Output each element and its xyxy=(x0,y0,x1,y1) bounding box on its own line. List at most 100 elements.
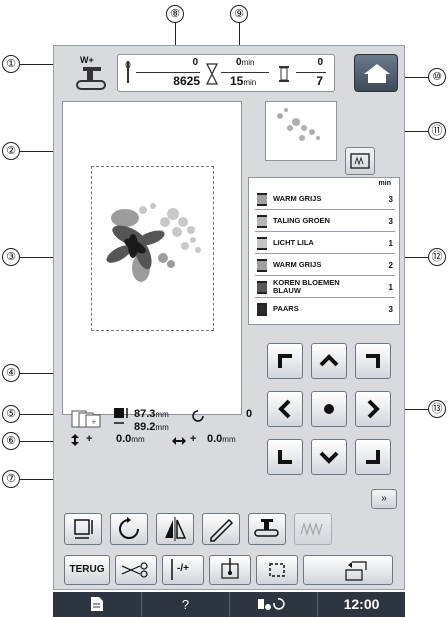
color-total: 7 xyxy=(316,74,323,88)
corner-down-left-icon xyxy=(278,450,292,464)
starting-point-button[interactable] xyxy=(209,555,251,585)
corner-down-right-icon xyxy=(366,450,380,464)
move-down-left-button[interactable] xyxy=(267,439,303,475)
time-divider xyxy=(221,72,269,73)
time-column-header: min xyxy=(378,180,391,187)
frame-scan-button[interactable] xyxy=(345,147,375,175)
collapse-toolbar-button[interactable]: » xyxy=(371,489,397,509)
pattern-move-keypad xyxy=(265,341,395,481)
rotate-button[interactable] xyxy=(110,513,148,545)
thread-row[interactable]: WARM GRIJS 2 xyxy=(255,256,395,276)
help-button[interactable]: ? xyxy=(141,592,229,617)
thread-name: WARM GRIJS xyxy=(273,194,322,203)
time-total: 15min xyxy=(230,74,257,88)
resize-icon xyxy=(74,519,93,539)
trial-frame-icon xyxy=(269,563,285,577)
chevron-right-icon xyxy=(367,399,380,419)
thread-name: KOREN BLOEMEN BLAUW xyxy=(273,278,340,295)
callout-8: ⑧ xyxy=(166,5,184,23)
presser-foot-icon[interactable]: W+ xyxy=(75,55,109,95)
move-right-button[interactable] xyxy=(355,391,391,427)
sewing-counter-bar: 0 8625 0min 15min 0 7 xyxy=(117,54,335,92)
embroidery-preview[interactable] xyxy=(62,101,242,415)
frame-scan-icon xyxy=(350,153,370,169)
zigzag-icon xyxy=(300,521,323,537)
status-bar: ? 12:00 xyxy=(53,592,405,617)
thread-color-list[interactable]: min WARM GRIJS 3 TALING GROEN 3 LICHT LI… xyxy=(248,177,400,325)
chevron-up-icon xyxy=(319,354,339,367)
callout-4: ④ xyxy=(2,364,20,382)
vertical-offset: 0.0mm xyxy=(116,433,145,445)
home-button[interactable] xyxy=(354,54,398,92)
mini-pattern-preview xyxy=(265,101,337,161)
thread-cut-button[interactable] xyxy=(115,555,157,585)
pattern-size-icon xyxy=(114,408,128,424)
thread-row[interactable]: TALING GROEN 3 xyxy=(255,212,395,232)
size-button[interactable] xyxy=(64,513,102,545)
chevron-left-icon xyxy=(278,399,291,419)
thread-name: TALING GROEN xyxy=(273,216,330,225)
callout-13: ⑬ xyxy=(428,400,446,418)
thread-spool-icon xyxy=(279,66,289,82)
stitch-divider xyxy=(136,72,200,73)
mirror-button[interactable] xyxy=(156,513,194,545)
start-point-icon xyxy=(221,558,239,579)
move-up-right-button[interactable] xyxy=(355,343,391,379)
forward-back-label: -/+ xyxy=(177,563,189,574)
move-down-right-button[interactable] xyxy=(355,439,391,475)
vertical-offset-icon xyxy=(71,434,79,446)
thread-time: 3 xyxy=(388,305,393,314)
callout-3: ③ xyxy=(2,248,20,266)
settings-button[interactable] xyxy=(229,592,317,617)
corner-up-left-icon xyxy=(278,354,292,368)
trial-button[interactable] xyxy=(256,555,298,585)
move-up-left-button[interactable] xyxy=(267,343,303,379)
return-icon xyxy=(345,561,367,581)
thread-row[interactable]: PAARS 3 xyxy=(255,300,395,320)
svg-text:+: + xyxy=(91,418,97,426)
scissors-icon xyxy=(121,562,148,578)
thread-name: PAARS xyxy=(273,304,299,313)
thread-time: 3 xyxy=(388,217,393,226)
center-button[interactable] xyxy=(311,391,347,427)
mirror-icon xyxy=(165,517,187,541)
thread-time: 1 xyxy=(388,239,393,248)
move-up-button[interactable] xyxy=(311,343,347,379)
rotate-icon xyxy=(119,517,139,539)
thread-spool-icon xyxy=(257,281,267,294)
callout-12: ⑫ xyxy=(428,248,446,266)
thread-spool-icon xyxy=(257,303,267,316)
callout-9: ⑨ xyxy=(230,5,248,23)
time-current: 0min xyxy=(236,57,255,68)
corner-up-right-icon xyxy=(366,354,380,368)
thread-name: WARM GRIJS xyxy=(273,260,322,269)
manual-button[interactable] xyxy=(53,592,141,617)
presser-foot-button[interactable] xyxy=(248,513,286,545)
presser-foot-small-icon xyxy=(254,519,279,537)
clock: 12:00 xyxy=(317,592,405,617)
thread-row[interactable]: KOREN BLOEMEN BLAUW 1 xyxy=(255,278,395,298)
stitch-forward-back-button[interactable]: -/+ xyxy=(162,555,204,585)
stitch-density-button[interactable] xyxy=(294,513,332,545)
move-down-button[interactable] xyxy=(311,439,347,475)
color-divider xyxy=(296,72,326,73)
thread-time: 1 xyxy=(388,283,393,292)
thread-time: 2 xyxy=(388,261,393,270)
thread-time: 3 xyxy=(388,195,393,204)
embroidery-pattern-image xyxy=(106,203,201,282)
thread-row[interactable]: LICHT LILA 1 xyxy=(255,234,395,254)
callout-1: ① xyxy=(2,55,20,73)
back-button[interactable]: TERUG xyxy=(64,555,110,585)
center-dot-icon xyxy=(324,404,334,414)
mini-pattern-image xyxy=(277,108,320,141)
edit-button[interactable] xyxy=(202,513,240,545)
document-icon xyxy=(91,597,103,611)
move-left-button[interactable] xyxy=(267,391,303,427)
color-current: 0 xyxy=(317,57,323,68)
callout-10: ⑩ xyxy=(428,68,446,86)
embroidery-start-button[interactable] xyxy=(303,555,393,585)
thread-spool-icon xyxy=(257,237,267,250)
horizontal-offset: 0.0mm xyxy=(207,433,236,445)
needle-icon xyxy=(125,61,131,83)
thread-row[interactable]: WARM GRIJS 3 xyxy=(255,190,395,210)
